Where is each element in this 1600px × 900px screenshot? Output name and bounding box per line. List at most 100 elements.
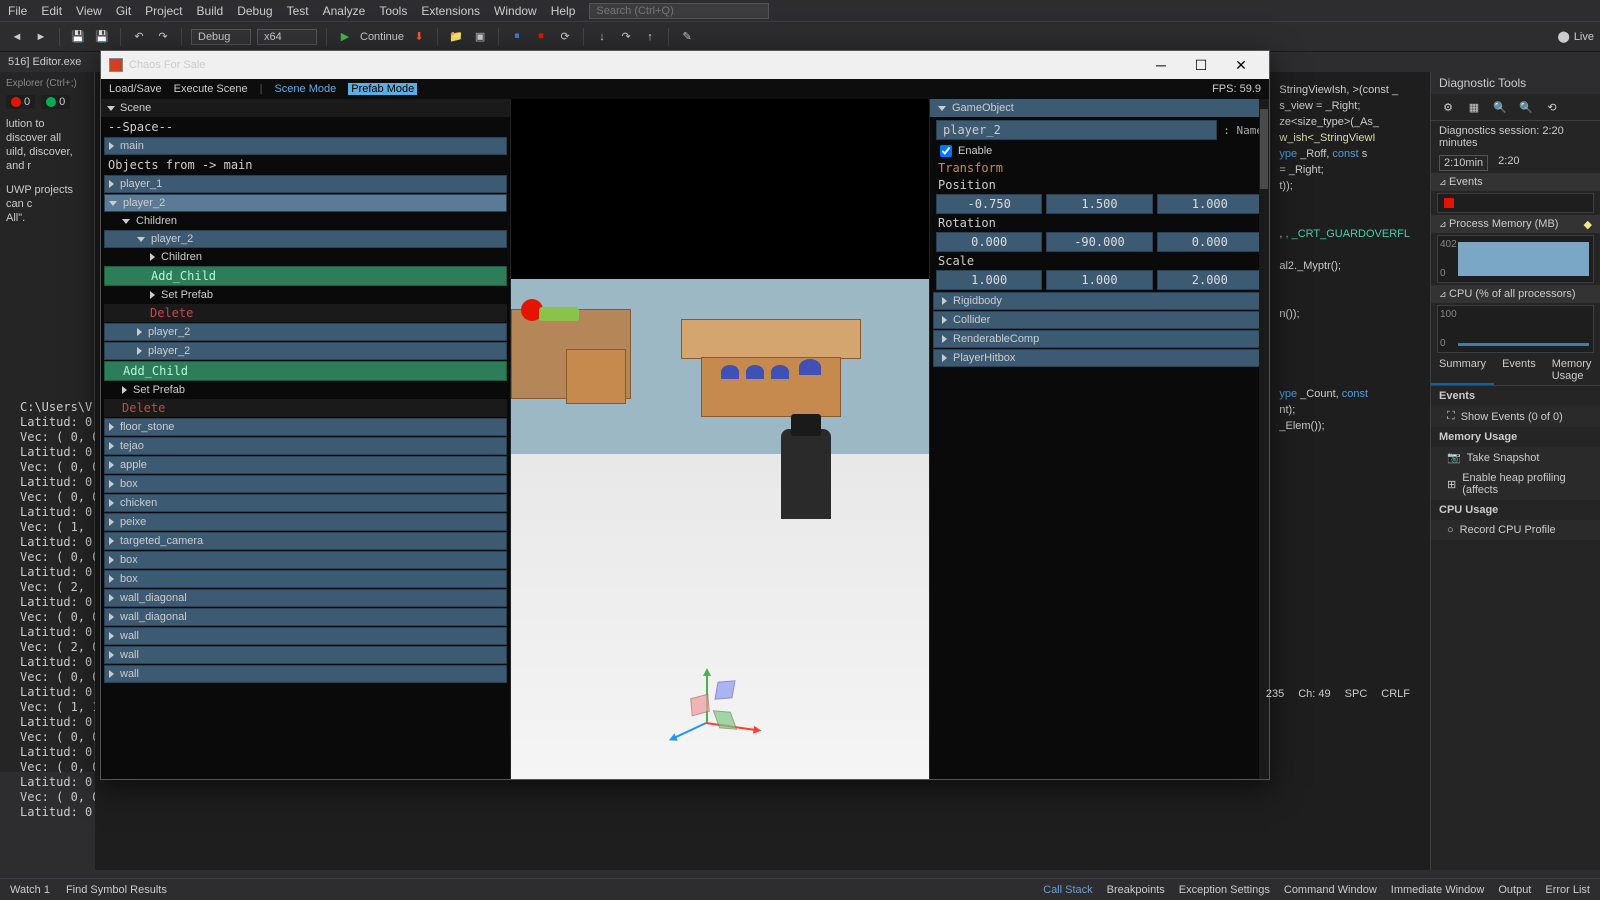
delete-button[interactable]: Delete [104,399,507,417]
heap-profiling-link[interactable]: ⊞Enable heap profiling (affects [1431,468,1600,500]
warning-badge[interactable]: 0 [41,95,70,109]
events-graph[interactable] [1437,193,1594,213]
tool-icon2[interactable]: ▣ [471,28,489,46]
menu-project[interactable]: Project [145,4,182,18]
scl-x-input[interactable] [936,270,1042,290]
scene-item[interactable]: peixe [104,513,507,531]
events-section[interactable]: Events [1431,173,1600,191]
menu-window[interactable]: Window [494,4,537,18]
scene-header[interactable]: Scene [101,99,510,117]
scene-item-player2-child[interactable]: player_2 [104,342,507,360]
step-out-icon[interactable]: ↑ [641,28,659,46]
gizmo-z-axis[interactable] [674,722,707,739]
expand-icon[interactable] [109,670,114,678]
expand-icon[interactable] [109,556,114,564]
scl-z-input[interactable] [1157,270,1263,290]
menu-file[interactable]: File [8,4,27,18]
rot-y-input[interactable] [1046,232,1152,252]
stop-icon[interactable]: ⏹ [532,28,550,46]
expand-icon[interactable] [942,354,947,362]
expand-icon[interactable] [109,613,114,621]
bottom-tab[interactable]: Find Symbol Results [66,884,167,896]
nav-back-icon[interactable]: ◄ [8,28,26,46]
restart-icon[interactable]: ⟳ [556,28,574,46]
scene-item[interactable]: box [104,570,507,588]
collapse-icon[interactable] [109,201,117,206]
expand-icon[interactable] [109,480,114,488]
collapse-icon[interactable] [137,237,145,242]
expand-icon[interactable] [109,537,114,545]
tool-icon[interactable]: 📁 [447,28,465,46]
config-select[interactable]: Debug [191,29,251,45]
scene-item[interactable]: wall [104,646,507,664]
redo-icon[interactable]: ↷ [154,28,172,46]
expand-icon[interactable] [109,632,114,640]
memory-graph[interactable]: 402 0 [1437,235,1594,283]
pos-y-input[interactable] [1046,194,1152,214]
zoom-out-icon[interactable]: 🔍 [1517,98,1535,116]
expand-icon[interactable] [109,594,114,602]
expand-icon[interactable] [942,316,947,324]
expand-icon[interactable] [109,142,114,150]
collapse-icon[interactable] [938,106,946,111]
step-into-icon[interactable]: ↓ [593,28,611,46]
tab-memory[interactable]: Memory Usage [1544,355,1600,385]
memory-section[interactable]: Process Memory (MB) ◆ [1431,215,1600,233]
menu-test[interactable]: Test [287,4,309,18]
gameobject-header[interactable]: GameObject [930,99,1269,117]
pause-icon[interactable]: ⏸ [508,28,526,46]
scene-item[interactable]: wall_diagonal [104,608,507,626]
scene-item[interactable]: targeted_camera [104,532,507,550]
bottom-tab[interactable]: Error List [1545,884,1590,896]
bottom-tab[interactable]: Call Stack [1043,884,1093,896]
expand-icon[interactable] [109,575,114,583]
component-collider[interactable]: Collider [933,311,1266,329]
expand-icon[interactable] [942,335,947,343]
editor-titlebar[interactable]: Chaos For Sale ─ ☐ ✕ [101,51,1269,79]
error-badge[interactable]: 0 [6,95,35,109]
pos-x-input[interactable] [936,194,1042,214]
scene-item[interactable]: apple [104,456,507,474]
cpu-graph[interactable]: 100 0 [1437,305,1594,353]
process-tab[interactable]: 516] Editor.exe [8,56,81,68]
gear-icon[interactable]: ⚙ [1439,98,1457,116]
gizmo-xz-plane[interactable] [713,710,738,730]
scene-hierarchy[interactable]: Scene --Space-- main Objects from -> mai… [101,99,511,779]
scene-item[interactable]: chicken [104,494,507,512]
bottom-tab[interactable]: Breakpoints [1107,884,1165,896]
scene-item[interactable]: floor_stone [104,418,507,436]
indent-mode[interactable]: SPC [1345,688,1368,700]
cpu-section[interactable]: CPU (% of all processors) [1431,285,1600,303]
bottom-tab[interactable]: Watch 1 [10,884,50,896]
step-over-icon[interactable]: ↷ [617,28,635,46]
close-button[interactable]: ✕ [1221,51,1261,79]
tab-events[interactable]: Events [1494,355,1544,385]
collapse-icon[interactable] [107,106,115,111]
zoom-in-icon[interactable]: 🔍 [1491,98,1509,116]
expand-icon[interactable] [109,651,114,659]
collapse-icon[interactable] [122,219,130,224]
execute-scene-menu[interactable]: Execute Scene [174,83,248,95]
nav-fwd-icon[interactable]: ► [32,28,50,46]
transform-gizmo[interactable] [661,659,751,749]
object-name-input[interactable] [936,120,1217,140]
scene-item-main[interactable]: main [104,137,507,155]
bottom-tab[interactable]: Exception Settings [1179,884,1270,896]
search-input[interactable] [589,3,769,19]
expand-icon[interactable] [109,180,114,188]
expand-icon[interactable] [109,442,114,450]
add-child-button[interactable]: Add_Child [104,266,507,286]
minimize-button[interactable]: ─ [1141,51,1181,79]
tool-icon3[interactable]: ✎ [678,28,696,46]
set-prefab-button[interactable]: Set Prefab [104,382,507,398]
expand-icon[interactable] [150,253,155,261]
scene-item-player1[interactable]: player_1 [104,175,507,193]
hot-reload-icon[interactable]: ⬇ [410,28,428,46]
maximize-button[interactable]: ☐ [1181,51,1221,79]
component-rigidbody[interactable]: Rigidbody [933,292,1266,310]
take-snapshot-link[interactable]: 📷Take Snapshot [1431,447,1600,468]
scene-item[interactable]: wall [104,627,507,645]
menu-tools[interactable]: Tools [379,4,407,18]
undo-icon[interactable]: ↶ [130,28,148,46]
expand-icon[interactable] [109,518,114,526]
